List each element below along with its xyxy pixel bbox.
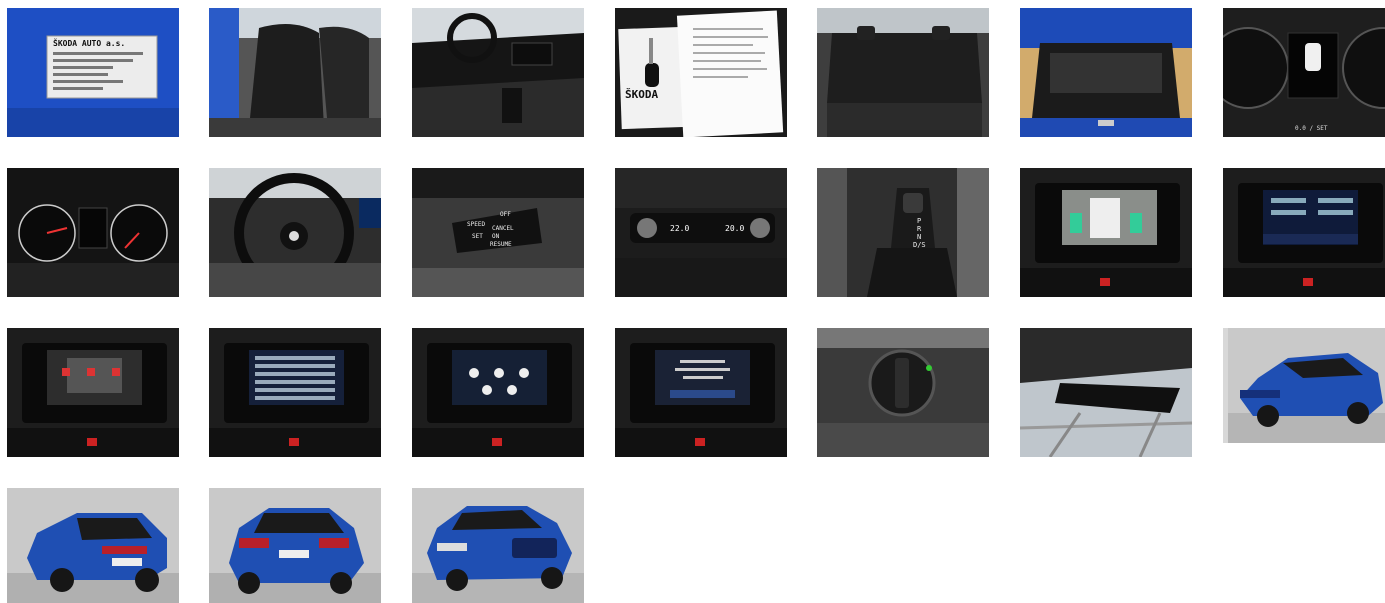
cruise-control-stalk-image: SPEED CANCEL ON RESUME OFF SET xyxy=(412,168,584,297)
rear-view-mirror-image xyxy=(1020,328,1192,457)
gear-ds: D/S xyxy=(913,241,926,249)
thumbnail-infotainment-car-settings[interactable] xyxy=(7,328,179,457)
stalk-label-on: ON xyxy=(492,233,500,240)
thumbnail-rear-view-mirror[interactable] xyxy=(1020,328,1192,457)
steering-wheel-image xyxy=(209,168,381,297)
thumbnail-infotainment-settings-menu[interactable] xyxy=(209,328,381,457)
thumbnail-car-front-three-quarter[interactable] xyxy=(1223,328,1385,443)
thumbnail-parking-camera-screen[interactable] xyxy=(1020,168,1192,297)
thumbnail-instrument-cluster[interactable] xyxy=(7,168,179,297)
booklet-logo: ŠKODA xyxy=(625,88,658,101)
thumbnail-infotainment-home[interactable] xyxy=(412,328,584,457)
dashboard-interior-image xyxy=(412,8,584,137)
thumbnail-rear-seats[interactable] xyxy=(817,8,989,137)
thumbnail-keys-and-documents[interactable]: ŠKODA xyxy=(615,8,787,137)
car-front-three-quarter-image xyxy=(1228,328,1385,443)
temp-right: 20.0 xyxy=(725,224,744,233)
infotainment-home-image xyxy=(412,328,584,457)
plate-maker-text: ŠKODA AUTO a.s. xyxy=(53,37,125,48)
thumbnail-steering-wheel[interactable] xyxy=(209,168,381,297)
vin-plate-image: ŠKODA AUTO a.s. xyxy=(7,8,179,137)
thumbnail-dashboard-interior[interactable] xyxy=(412,8,584,137)
thumbnail-car-front-view[interactable] xyxy=(412,488,584,603)
stalk-label-speed: SPEED xyxy=(467,221,485,228)
infotainment-radio-image xyxy=(1223,168,1385,297)
gear-shifter-image: P R N D/S xyxy=(817,168,989,297)
infotainment-car-settings-image xyxy=(7,328,179,457)
infotainment-message-image xyxy=(615,328,787,457)
gear-n: N xyxy=(917,233,921,241)
car-rear-view-image xyxy=(209,488,381,603)
rear-seats-image xyxy=(817,8,989,137)
thumbnail-climate-control[interactable]: 22.0 20.0 xyxy=(615,168,787,297)
car-rear-three-quarter-image xyxy=(7,488,179,603)
thumbnail-front-seats[interactable] xyxy=(209,8,381,137)
thumbnail-gear-shifter[interactable]: P R N D/S xyxy=(817,168,989,297)
thumbnail-infotainment-radio[interactable] xyxy=(1223,168,1385,297)
parking-camera-image xyxy=(1020,168,1192,297)
instrument-cluster-right-image: 0.0 / SET xyxy=(1223,8,1385,137)
car-front-view-image xyxy=(412,488,584,603)
front-seats-image xyxy=(209,8,381,137)
climate-control-image: 22.0 20.0 xyxy=(615,168,787,297)
temp-left: 22.0 xyxy=(670,224,689,233)
thumbnail-trunk[interactable] xyxy=(1020,8,1192,137)
cluster-readout: 0.0 / SET xyxy=(1295,125,1328,132)
thumbnail-car-rear-three-quarter[interactable] xyxy=(7,488,179,603)
trunk-image xyxy=(1020,8,1192,137)
thumbnail-headlight-switch[interactable] xyxy=(817,328,989,457)
stalk-label-set: SET xyxy=(472,233,483,240)
thumbnail-car-rear-view[interactable] xyxy=(209,488,381,603)
photo-gallery: ŠKODA AUTO a.s. ŠKODA 0.0 / SET SPEED CA… xyxy=(0,0,1385,603)
thumbnail-infotainment-message[interactable] xyxy=(615,328,787,457)
headlight-switch-image xyxy=(817,328,989,457)
gear-p: P xyxy=(917,217,921,225)
thumbnail-cruise-control-stalk[interactable]: SPEED CANCEL ON RESUME OFF SET xyxy=(412,168,584,297)
instrument-cluster-image xyxy=(7,168,179,297)
stalk-label-resume: RESUME xyxy=(490,241,512,248)
thumbnail-instrument-cluster-right[interactable]: 0.0 / SET xyxy=(1223,8,1385,137)
thumbnail-vin-plate[interactable]: ŠKODA AUTO a.s. xyxy=(7,8,179,137)
stalk-label-cancel: CANCEL xyxy=(492,225,514,232)
infotainment-settings-menu-image xyxy=(209,328,381,457)
keys-documents-image: ŠKODA xyxy=(615,8,787,137)
stalk-label-off: OFF xyxy=(500,211,511,218)
